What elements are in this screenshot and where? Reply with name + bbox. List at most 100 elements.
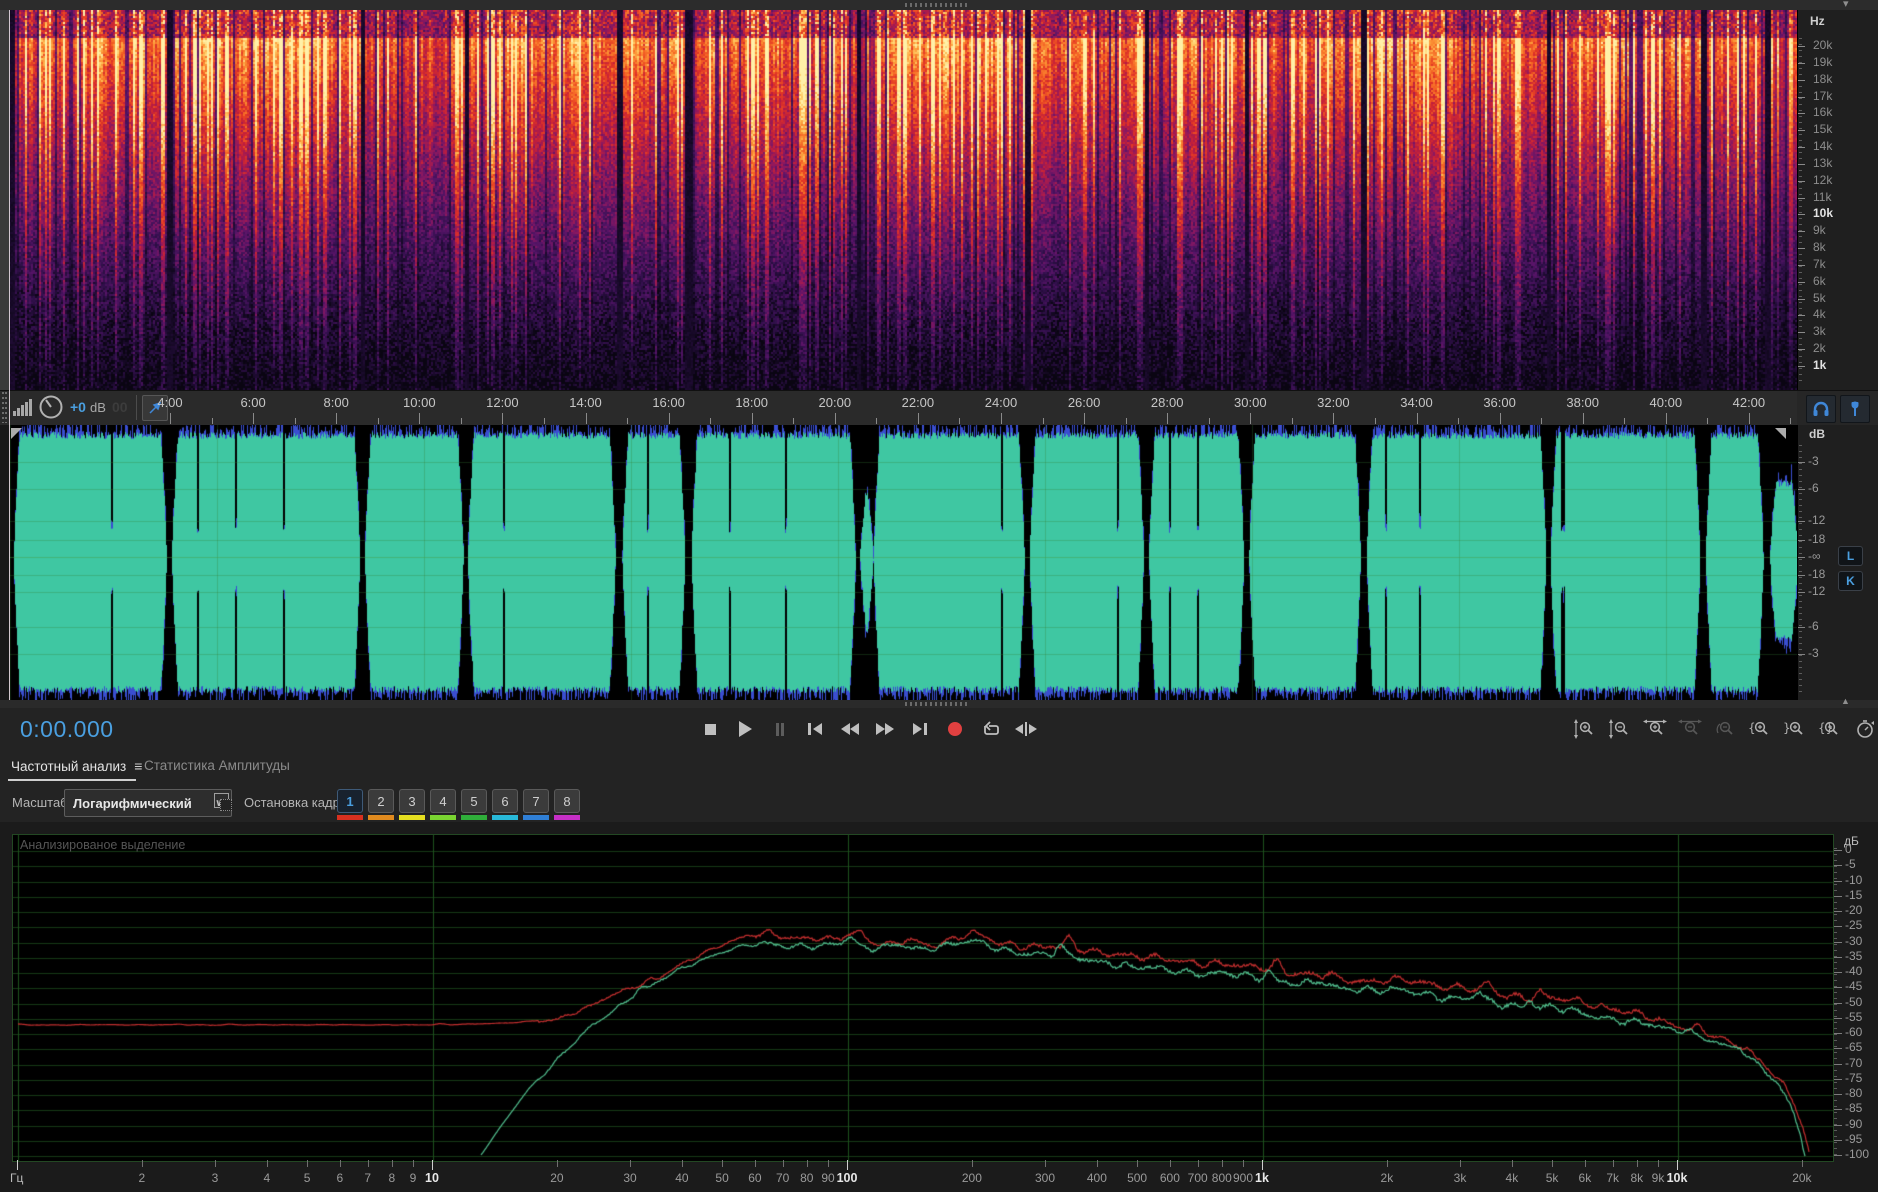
plot-hz-tick: [307, 1160, 309, 1167]
frame-hold-3-button[interactable]: 3: [399, 789, 425, 813]
fast-forward-button[interactable]: [875, 718, 895, 740]
frame-hold-8[interactable]: 8: [554, 789, 580, 820]
timer-button[interactable]: [1852, 718, 1878, 740]
frequency-ruler[interactable]: Hz: [1797, 10, 1878, 390]
frame-hold-7[interactable]: 7: [523, 789, 549, 820]
tab-frequency-analysis[interactable]: Частотный анализ ≡: [11, 758, 142, 774]
scale-select[interactable]: Логарифмический ∨: [64, 789, 232, 817]
tab-amplitude-statistics-label: Статистика Амплитуды: [144, 758, 290, 773]
skip-to-end-button[interactable]: [910, 718, 930, 740]
pause-button[interactable]: [770, 718, 790, 740]
skip-to-start-button[interactable]: [805, 718, 825, 740]
skip-to-start-icon: [808, 723, 811, 735]
zoom-in-vertical-button[interactable]: [1572, 718, 1598, 740]
plot-db-tick: [1834, 987, 1842, 989]
gain-value[interactable]: +0: [70, 399, 86, 415]
scroll-up-arrow-icon[interactable]: ▲: [1841, 696, 1850, 706]
divider-drag-handle[interactable]: [905, 702, 969, 706]
headphones-monitor-button[interactable]: [1806, 395, 1836, 423]
frame-hold-5-button[interactable]: 5: [461, 789, 487, 813]
rewind-button[interactable]: [840, 718, 860, 740]
hz-tick-label: 10k: [1813, 206, 1834, 221]
plot-hz-label: 40: [675, 1171, 689, 1185]
frame-hold-8-button[interactable]: 8: [554, 789, 580, 813]
loop-icon: [983, 721, 999, 735]
chevron-down-icon[interactable]: ▾: [1843, 0, 1849, 10]
panel-menu-icon[interactable]: ≡: [134, 758, 142, 774]
waveform-corner-handle-right[interactable]: [1775, 428, 1786, 439]
audition-window: ▾ Hz +0 dB 00 dB L K ▲ 0:00.000 {} {} Ч…: [0, 0, 1878, 1192]
plot-hz-label: 200: [961, 1171, 982, 1185]
timeline-label: 20:00: [818, 395, 852, 410]
frame-hold-4[interactable]: 4: [430, 789, 456, 820]
plot-hz-tick: [1511, 1160, 1513, 1167]
copy-snapshot-icon[interactable]: [214, 793, 232, 811]
timeline-label: 30:00: [1234, 395, 1267, 410]
plot-hz-label: 10k: [1666, 1171, 1688, 1185]
frame-hold-1[interactable]: 1: [337, 789, 363, 820]
amplitude-ruler-minor-ticks: [1799, 445, 1802, 693]
time-display[interactable]: 0:00.000: [20, 716, 114, 743]
plot-db-label: -55: [1845, 1009, 1863, 1024]
skip-to-end-icon: [913, 723, 922, 735]
frame-hold-4-color: [430, 815, 456, 820]
plot-db-label: -35: [1845, 948, 1863, 963]
zoom-out-horizontal-button[interactable]: [1677, 718, 1703, 740]
panel-drag-handle[interactable]: [905, 3, 969, 7]
plot-hz-tick: [722, 1160, 724, 1167]
frame-hold-6-button[interactable]: 6: [492, 789, 518, 813]
hz-tick-mark: [1798, 264, 1805, 266]
zoom-out-vertical-button[interactable]: [1607, 718, 1633, 740]
waveform-corner-handle-left[interactable]: [11, 428, 22, 439]
timeline-label: 16:00: [652, 395, 685, 410]
plot-hz-label: 2: [138, 1171, 146, 1185]
frame-hold-4-button[interactable]: 4: [430, 789, 456, 813]
loop-playback-button[interactable]: [980, 718, 1000, 740]
zoom-reset-button[interactable]: [1712, 718, 1738, 740]
channel-badge-left[interactable]: L: [1838, 546, 1863, 566]
waveform-display[interactable]: [9, 425, 1797, 700]
stop-button[interactable]: [700, 718, 720, 740]
pin-monitor-button[interactable]: [1840, 395, 1870, 423]
hz-tick-label: 7k: [1813, 256, 1826, 271]
db-tick-mark: [1798, 489, 1805, 490]
plot-hz-tick: [141, 1160, 143, 1167]
frame-hold-1-button[interactable]: 1: [337, 789, 363, 813]
scale-label: Масштаб:: [12, 795, 72, 810]
frame-hold-5[interactable]: 5: [461, 789, 487, 820]
zoom-to-selection-button[interactable]: {}: [1817, 718, 1843, 740]
rewind-icon: [841, 723, 850, 735]
frequency-analysis-plot: [12, 834, 1834, 1162]
levels-meter-icon[interactable]: [13, 398, 33, 416]
svg-text:{: {: [1748, 721, 1756, 735]
timeline-label: 12:00: [486, 395, 519, 410]
gain-unit: dB: [90, 400, 106, 415]
record-button[interactable]: [945, 718, 965, 740]
frame-hold-2-button[interactable]: 2: [368, 789, 394, 813]
hz-tick-mark: [1798, 113, 1805, 115]
plot-db-label: -80: [1845, 1086, 1863, 1100]
play-button[interactable]: [735, 718, 755, 740]
frame-hold-7-button[interactable]: 7: [523, 789, 549, 813]
channel-badge-right[interactable]: K: [1838, 571, 1863, 591]
timeline-tick: [1665, 413, 1667, 424]
zoom-in-at-out-point-button[interactable]: }: [1782, 718, 1808, 740]
zoom-in-horizontal-button[interactable]: [1642, 718, 1668, 740]
frame-hold-3[interactable]: 3: [399, 789, 425, 820]
frame-hold-6[interactable]: 6: [492, 789, 518, 820]
toolbar-grip[interactable]: [1, 392, 8, 423]
zoom-in-at-in-point-button[interactable]: {: [1747, 718, 1773, 740]
plot-db-label: -30: [1845, 933, 1863, 948]
db-tick-mark: [1798, 627, 1805, 628]
tab-amplitude-statistics[interactable]: Статистика Амплитуды: [144, 758, 290, 773]
gain-knob-icon[interactable]: [38, 394, 64, 420]
timeline-tick: [1250, 413, 1252, 424]
frame-hold-2[interactable]: 2: [368, 789, 394, 820]
timeline-tick: [294, 418, 296, 424]
skip-selection-button[interactable]: [1015, 718, 1037, 740]
plot-db-tick: [1834, 911, 1842, 912]
plot-hz-tick: [1096, 1160, 1098, 1167]
hz-tick-mark: [1798, 281, 1805, 283]
playhead[interactable]: [9, 10, 10, 700]
spectrogram-display[interactable]: [9, 10, 1797, 390]
